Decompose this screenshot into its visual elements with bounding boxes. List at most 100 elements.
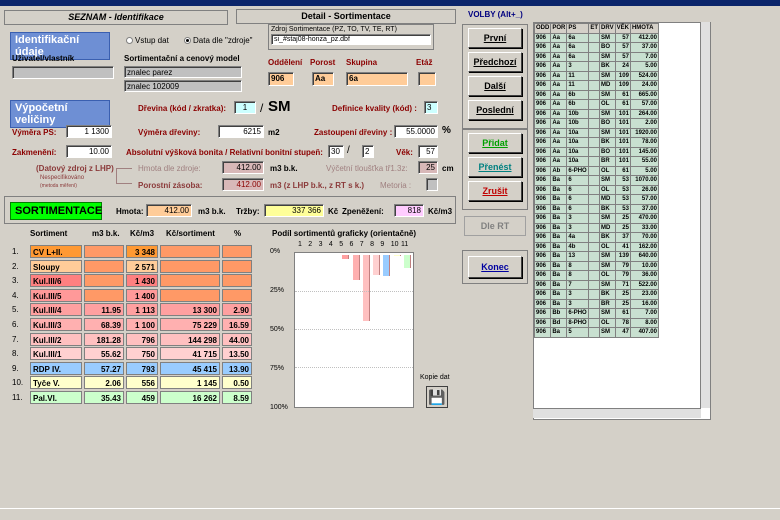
add-button[interactable]: Přidat xyxy=(468,133,522,153)
kvalita-field[interactable]: 3 xyxy=(424,101,438,114)
tab-seznam[interactable]: SEZNAM - Identifikace xyxy=(4,10,228,25)
sort-row-pct xyxy=(222,259,252,273)
sort-row-kcm3: 3 348 xyxy=(126,245,158,258)
grid-header[interactable]: PS xyxy=(566,23,590,34)
table-row[interactable]: 906 Ba 13 SM 139 640.00 xyxy=(534,251,659,262)
grid-cell: Aa xyxy=(550,51,568,62)
porost-field[interactable]: Aa xyxy=(312,72,334,86)
grid-vscrollbar[interactable] xyxy=(700,22,710,408)
sort-row-m3: 55.62 xyxy=(84,347,124,361)
table-row[interactable]: 906 Ba 6 MD 53 57.00 xyxy=(534,194,659,205)
table-row[interactable]: 906 Ba 3 MD 25 33.00 xyxy=(534,222,659,233)
table-row[interactable]: 906 Ab 6-PHO OL 61 5.00 xyxy=(534,165,659,176)
vymera-ps-field[interactable]: 1 1300 xyxy=(66,125,112,138)
table-row[interactable]: 906 Ba 4b OL 41 162.00 xyxy=(534,241,659,252)
grid-header[interactable]: VĚK xyxy=(614,23,631,34)
grid-cell: 57.00 xyxy=(629,99,659,110)
source-field[interactable]: si_#staj08-honza_pz.dbf xyxy=(271,34,431,45)
oddeleni-field[interactable]: 906 xyxy=(268,72,294,86)
bonita2-field[interactable]: 2 xyxy=(362,145,374,158)
table-row[interactable]: 906 Aa 10a SM 101 1920.00 xyxy=(534,127,659,138)
sort-row-kcm3: 1 100 xyxy=(126,318,158,331)
metoda-label: (metoda měření) xyxy=(40,183,77,189)
table-row[interactable]: 906 Bd 8-PHO OL 78 8.00 xyxy=(534,317,659,328)
exit-button[interactable]: Konec xyxy=(468,256,522,278)
records-grid[interactable]: ODD POR PS ET DRV VĚK HMOTA 906 Aa 6a SM 57 412.00 90… xyxy=(533,22,711,420)
radio-zdroj[interactable]: Data dle "zdroje" xyxy=(184,36,253,45)
table-row[interactable]: 906 Ba 6 BK 53 37.00 xyxy=(534,203,659,214)
grid-cell: Aa xyxy=(550,32,568,43)
table-row[interactable]: 906 Ba 8 SM 79 10.00 xyxy=(534,260,659,271)
owner-field[interactable] xyxy=(12,66,114,79)
source-label: Zdroj Sortimentace (PZ, TO, TV, TE, RT) xyxy=(271,26,397,33)
grid-header[interactable]: ODD xyxy=(534,23,552,34)
last-button[interactable]: Poslední xyxy=(468,100,522,120)
skupina-field[interactable]: 6a xyxy=(346,72,408,86)
radio-vstup[interactable]: Vstup dat xyxy=(126,36,169,45)
grid-cell xyxy=(588,213,601,224)
grid-cell: BR xyxy=(599,156,616,167)
table-row[interactable]: 906 Aa 6a SM 57 412.00 xyxy=(534,32,659,43)
grid-cell: Aa xyxy=(550,108,568,119)
table-row[interactable]: 906 Ba 3 BK 25 23.00 xyxy=(534,289,659,300)
cancel-button[interactable]: Zrušit xyxy=(468,181,522,201)
first-button[interactable]: První xyxy=(468,28,522,48)
tab-detail[interactable]: Detail - Sortimentace xyxy=(236,9,456,24)
table-row[interactable]: 906 Aa 6a SM 57 7.00 xyxy=(534,51,659,62)
vek-field[interactable]: 57 xyxy=(418,145,438,158)
grid-cell xyxy=(588,127,601,138)
porost-label: Porost xyxy=(310,58,336,67)
table-row[interactable]: 906 Aa 10b SM 101 264.00 xyxy=(534,108,659,119)
table-row[interactable]: 906 Ba 7 SM 71 522.00 xyxy=(534,279,659,290)
transfer-button[interactable]: Přenést xyxy=(468,157,522,177)
grid-cell: OL xyxy=(599,317,616,328)
grid-cell: Aa xyxy=(550,127,568,138)
table-row[interactable]: 906 Aa 10a BO 101 145.00 xyxy=(534,146,659,157)
grid-cell: BO xyxy=(599,118,616,129)
table-row[interactable]: 906 Ba 6 SM 53 1070.00 xyxy=(534,175,659,186)
graph-x-tick: 3 xyxy=(318,241,323,248)
grid-header[interactable]: POR xyxy=(550,23,568,34)
table-row[interactable]: 906 Aa 11 SM 109 524.00 xyxy=(534,70,659,81)
sort-row-pct xyxy=(222,274,252,288)
status-bar xyxy=(0,508,780,520)
table-row[interactable]: 906 Ba 4a BK 37 70.00 xyxy=(534,232,659,243)
table-row[interactable]: 906 Aa 6b OL 61 57.00 xyxy=(534,99,659,110)
table-row[interactable]: 906 Aa 6b SM 61 665.00 xyxy=(534,89,659,100)
grid-cell: 8 xyxy=(566,270,590,281)
grid-header[interactable]: ET xyxy=(588,23,601,34)
grid-cell xyxy=(588,232,601,243)
grid-cell: 101 xyxy=(614,118,631,129)
sort-row-kcm3: 556 xyxy=(126,376,158,390)
table-row[interactable]: 906 Aa 10a BK 101 78.00 xyxy=(534,137,659,148)
next-button[interactable]: Další xyxy=(468,76,522,96)
table-row[interactable]: 906 Aa 3 BK 24 5.00 xyxy=(534,61,659,72)
prev-button[interactable]: Předchozí xyxy=(468,52,522,72)
grid-cell: 6 xyxy=(566,203,590,214)
etaz-field[interactable] xyxy=(418,72,436,86)
grid-cell xyxy=(588,51,601,62)
graph-x-tick: 2 xyxy=(308,241,313,248)
table-row[interactable]: 906 Aa 6a BO 57 37.00 xyxy=(534,42,659,53)
grid-cell: 906 xyxy=(534,289,552,300)
table-row[interactable]: 906 Bb 6-PHO SM 61 7.00 xyxy=(534,308,659,319)
grid-hscrollbar[interactable] xyxy=(533,408,701,418)
floppy-icon[interactable]: 💾 xyxy=(426,386,448,408)
grid-header[interactable]: DRV xyxy=(599,23,616,34)
table-row[interactable]: 906 Aa 10a BR 101 55.00 xyxy=(534,156,659,167)
table-row[interactable]: 906 Ba 6 OL 53 26.00 xyxy=(534,184,659,195)
table-row[interactable]: 906 Ba 3 BR 25 16.00 xyxy=(534,298,659,309)
grid-header[interactable]: HMOTA xyxy=(629,23,659,34)
zast-field[interactable]: 55.0000 xyxy=(394,125,438,138)
zakmeneni-field[interactable]: 10.00 xyxy=(66,145,112,158)
table-row[interactable]: 906 Aa 11 MD 109 24.00 xyxy=(534,80,659,91)
table-row[interactable]: 906 Ba 3 SM 25 470.00 xyxy=(534,213,659,224)
grid-cell: 8-PHO xyxy=(566,317,590,328)
table-row[interactable]: 906 Ba 8 OL 79 36.00 xyxy=(534,270,659,281)
table-row[interactable]: 906 Ba 5 SM 47 407.00 xyxy=(534,327,659,338)
vymera-dr-field[interactable]: 6215 xyxy=(218,125,264,138)
bonita1-field[interactable]: 30 xyxy=(328,145,344,158)
drevina-code-field[interactable]: 1 xyxy=(234,101,256,114)
oddeleni-label: Oddělení xyxy=(268,58,303,67)
table-row[interactable]: 906 Aa 10b BO 101 2.00 xyxy=(534,118,659,129)
